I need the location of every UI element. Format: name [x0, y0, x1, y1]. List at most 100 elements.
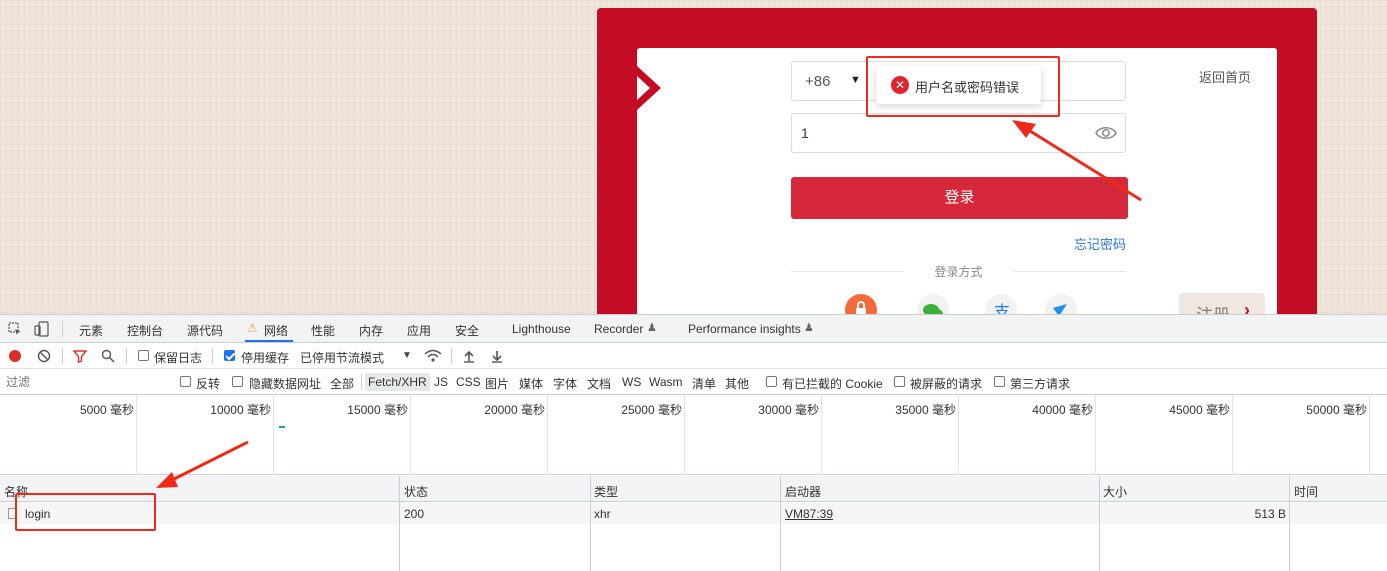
- table-row[interactable]: login 200 xhr VM87:39 513 B: [0, 503, 1387, 524]
- export-har-icon[interactable]: [490, 349, 504, 363]
- request-size: 513 B: [1254, 507, 1286, 521]
- annotation-box-login-request: [15, 493, 156, 531]
- filter-type-media[interactable]: 媒体: [519, 375, 543, 392]
- warning-icon: ⚠: [247, 321, 258, 335]
- eye-icon[interactable]: [1095, 124, 1117, 142]
- web-page-area: +86 ▼ 1 登录 忘记密码 返回首页 登录方式 支 注册 › ✕ 用户名或密…: [0, 0, 1387, 314]
- password-input[interactable]: 1: [791, 113, 1126, 153]
- import-har-icon[interactable]: [462, 349, 476, 363]
- tick-line: [136, 395, 137, 475]
- annotation-box-error: [866, 56, 1060, 117]
- tab-elements[interactable]: 元素: [79, 322, 103, 339]
- tick-line: [1095, 395, 1096, 475]
- separator: [451, 348, 452, 364]
- lock-icon[interactable]: [845, 294, 877, 314]
- forgot-password-link[interactable]: 忘记密码: [1074, 234, 1126, 253]
- filter-type-wasm[interactable]: Wasm: [649, 375, 683, 389]
- column-type[interactable]: 类型: [594, 483, 618, 500]
- caret-down-icon[interactable]: ▼: [850, 74, 861, 86]
- column-divider[interactable]: [1289, 476, 1290, 571]
- filter-type-ws[interactable]: WS: [622, 375, 641, 389]
- invert-checkbox[interactable]: [180, 376, 191, 387]
- country-code-select[interactable]: +86: [805, 73, 830, 90]
- filter-type-other[interactable]: 其他: [725, 375, 749, 392]
- request-timing-bar: [279, 426, 285, 428]
- tick-label: 25000 毫秒: [621, 403, 682, 417]
- blocked-cookies-checkbox[interactable]: [766, 376, 777, 387]
- column-divider[interactable]: [780, 476, 781, 571]
- request-initiator-link[interactable]: VM87:39: [785, 507, 833, 521]
- tick-label: 15000 毫秒: [347, 403, 408, 417]
- separator: [62, 348, 63, 364]
- weibo-icon[interactable]: [1045, 294, 1077, 314]
- clear-icon[interactable]: [37, 349, 51, 363]
- disable-cache-label: 停用缓存: [241, 351, 290, 365]
- network-toolbar: 保留日志 停用缓存 已停用节流模式 ▼: [0, 343, 1387, 369]
- separator: [62, 321, 63, 337]
- caret-down-icon[interactable]: ▼: [402, 350, 412, 361]
- tab-lighthouse[interactable]: Lighthouse: [512, 322, 571, 336]
- tab-performance-insights[interactable]: Performance insights: [688, 322, 801, 336]
- column-initiator[interactable]: 启动器: [785, 483, 821, 500]
- inspect-element-icon[interactable]: [8, 322, 22, 336]
- tab-application[interactable]: 应用: [407, 322, 431, 339]
- request-type: xhr: [594, 507, 611, 521]
- hide-data-urls-checkbox[interactable]: [232, 376, 243, 387]
- disable-cache-checkbox[interactable]: [224, 350, 235, 361]
- tab-recorder[interactable]: Recorder: [594, 322, 643, 336]
- tab-security[interactable]: 安全: [455, 322, 479, 339]
- tab-sources[interactable]: 源代码: [187, 322, 223, 339]
- back-home-link[interactable]: 返回首页: [1199, 67, 1251, 86]
- tick-line: [1232, 395, 1233, 475]
- tab-performance[interactable]: 性能: [311, 322, 335, 339]
- device-toolbar-icon[interactable]: [34, 321, 50, 337]
- separator: [212, 348, 213, 364]
- tick-label: 50000 毫秒: [1306, 403, 1367, 417]
- network-timeline-overview[interactable]: 5000 毫秒 10000 毫秒 15000 毫秒 20000 毫秒 25000…: [0, 395, 1387, 475]
- filter-input[interactable]: [2, 374, 166, 390]
- blocked-requests-checkbox[interactable]: [894, 376, 905, 387]
- password-value: 1: [801, 125, 809, 141]
- tab-network[interactable]: 网络: [264, 322, 288, 339]
- active-tab-indicator: [245, 340, 293, 342]
- register-button[interactable]: 注册: [1179, 293, 1265, 314]
- record-icon[interactable]: [9, 350, 21, 362]
- filter-type-font[interactable]: 字体: [553, 375, 577, 392]
- column-status[interactable]: 状态: [404, 483, 428, 500]
- column-divider[interactable]: [590, 476, 591, 571]
- filter-icon[interactable]: [73, 349, 87, 363]
- filter-bar: 反转 隐藏数据网址 全部 Fetch/XHR JS CSS 图片 媒体 字体 文…: [0, 369, 1387, 395]
- filter-type-css[interactable]: CSS: [456, 375, 481, 389]
- network-conditions-icon[interactable]: [424, 348, 442, 364]
- login-methods-label: 登录方式: [934, 265, 983, 279]
- throttling-select[interactable]: 已停用节流模式: [300, 349, 384, 366]
- search-icon[interactable]: [101, 349, 115, 363]
- tab-console[interactable]: 控制台: [127, 322, 163, 339]
- wechat-icon[interactable]: [917, 294, 949, 314]
- requests-table: 名称 状态 类型 启动器 大小 时间 login 200 xhr VM87:39…: [0, 476, 1387, 571]
- tick-label: 40000 毫秒: [1032, 403, 1093, 417]
- filter-type-fetch-xhr[interactable]: Fetch/XHR: [365, 373, 430, 391]
- column-divider[interactable]: [1099, 476, 1100, 571]
- tab-memory[interactable]: 内存: [359, 322, 383, 339]
- devtools-tab-bar: 元素 控制台 源代码 ⚠ 网络 性能 内存 应用 安全 Lighthouse R…: [0, 315, 1387, 343]
- login-button[interactable]: 登录: [791, 177, 1128, 219]
- hide-data-urls-label: 隐藏数据网址: [249, 377, 322, 391]
- filter-type-doc[interactable]: 文档: [587, 375, 611, 392]
- column-time[interactable]: 时间: [1294, 483, 1318, 500]
- column-divider[interactable]: [399, 476, 400, 571]
- filter-type-all[interactable]: 全部: [330, 375, 354, 392]
- tick-line: [547, 395, 548, 475]
- tick-line: [821, 395, 822, 475]
- filter-type-img[interactable]: 图片: [485, 375, 509, 392]
- tick-line: [410, 395, 411, 475]
- column-size[interactable]: 大小: [1103, 483, 1127, 500]
- preserve-log-checkbox[interactable]: [138, 350, 149, 361]
- tick-label: 20000 毫秒: [484, 403, 545, 417]
- filter-type-js[interactable]: JS: [434, 375, 448, 389]
- blocked-cookies-label: 有已拦截的 Cookie: [782, 377, 883, 391]
- third-party-checkbox[interactable]: [994, 376, 1005, 387]
- filter-type-manifest[interactable]: 清单: [692, 375, 716, 392]
- alipay-icon[interactable]: 支: [985, 294, 1017, 314]
- preserve-log-label: 保留日志: [154, 351, 203, 365]
